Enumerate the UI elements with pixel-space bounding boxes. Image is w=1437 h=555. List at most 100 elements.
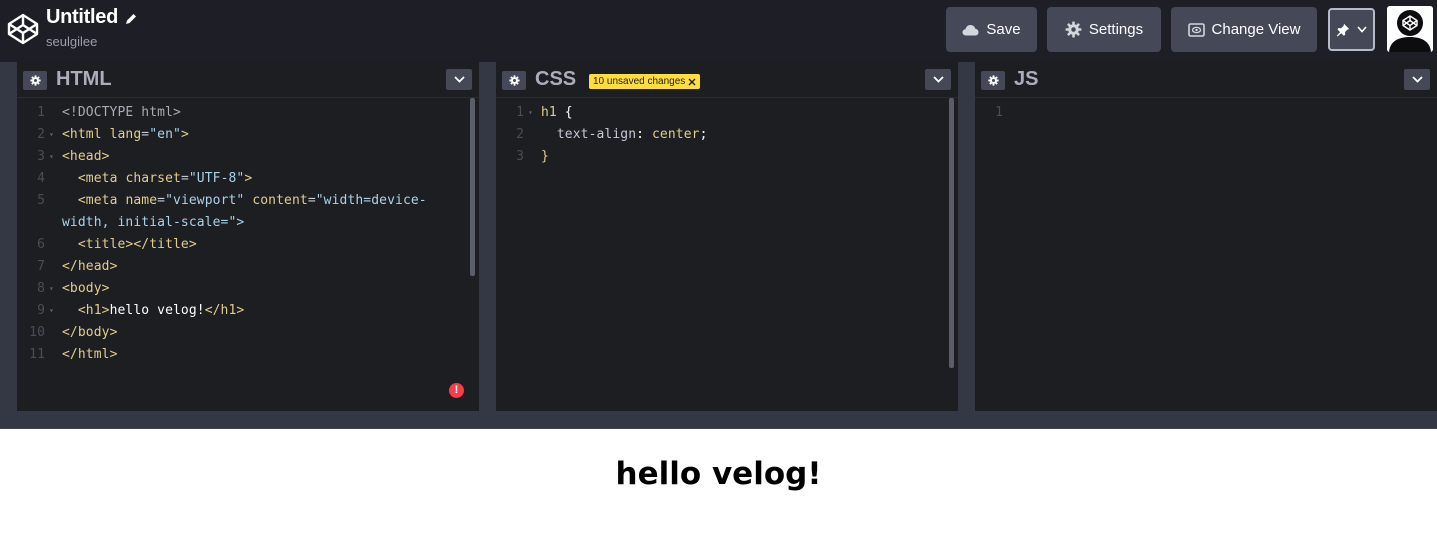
code-text: <h1>hello velog!</h1> bbox=[77, 303, 245, 318]
pins-button[interactable] bbox=[1328, 8, 1375, 51]
code-line[interactable]: 1 bbox=[975, 102, 1437, 124]
user-avatar[interactable] bbox=[1387, 6, 1433, 52]
fold-arrow-icon[interactable]: ▾ bbox=[49, 300, 54, 322]
editors-area: HTML 1 <!DOCTYPE html> 2 ▾ <html lang="en"> 3… bbox=[0, 62, 1437, 429]
js-collapse-button[interactable] bbox=[1404, 69, 1430, 90]
js-settings-button[interactable] bbox=[981, 71, 1005, 90]
fold-arrow-icon[interactable]: ▾ bbox=[49, 146, 54, 168]
html-settings-button[interactable] bbox=[23, 71, 47, 90]
codepen-logo-icon[interactable] bbox=[6, 12, 40, 46]
resize-handle[interactable] bbox=[958, 62, 975, 429]
code-line[interactable]: 4 <meta charset="UTF-8"> bbox=[17, 168, 479, 190]
pen-owner[interactable]: seulgilee bbox=[46, 34, 138, 49]
unsaved-changes-badge[interactable]: 10 unsaved changes bbox=[589, 74, 701, 89]
error-icon[interactable]: ! bbox=[449, 383, 464, 398]
top-bar: Untitled seulgilee Save Settings Change … bbox=[0, 0, 1437, 62]
settings-button[interactable]: Settings bbox=[1047, 7, 1161, 52]
code-text: </html> bbox=[62, 347, 118, 362]
js-editor-panel: JS 1 bbox=[975, 62, 1437, 411]
unsaved-changes-label: 10 unsaved changes bbox=[593, 76, 686, 87]
js-code-editor[interactable]: 1 bbox=[975, 102, 1437, 124]
code-line[interactable]: 9 ▾ <h1>hello velog!</h1> bbox=[17, 300, 479, 322]
save-label: Save bbox=[986, 21, 1021, 38]
chevron-down-icon bbox=[1357, 26, 1367, 33]
code-text: h1 { bbox=[541, 105, 573, 120]
code-line[interactable]: 5 <meta name="viewport" content="width=d… bbox=[17, 190, 479, 212]
change-view-label: Change View bbox=[1211, 21, 1301, 38]
gear-icon bbox=[987, 75, 999, 86]
css-scrollbar[interactable] bbox=[949, 98, 954, 368]
chevron-down-icon bbox=[1411, 76, 1423, 83]
code-line[interactable]: 2 ▾ <html lang="en"> bbox=[17, 124, 479, 146]
close-icon[interactable] bbox=[688, 78, 696, 86]
html-panel-header: HTML bbox=[17, 62, 479, 98]
settings-label: Settings bbox=[1088, 21, 1144, 38]
fold-arrow-icon[interactable]: ▾ bbox=[528, 102, 533, 124]
code-line[interactable]: 1 <!DOCTYPE html> bbox=[17, 102, 479, 124]
editor-resize-bar[interactable] bbox=[0, 411, 1437, 429]
avatar-figure-icon bbox=[1387, 6, 1433, 52]
code-line[interactable]: width, initial-scale="> bbox=[17, 212, 479, 234]
result-preview: hello velog! bbox=[0, 429, 1437, 555]
preview-heading: hello velog! bbox=[615, 456, 822, 492]
fold-arrow-icon[interactable]: ▾ bbox=[49, 278, 54, 300]
code-line[interactable]: 8 ▾ <body> bbox=[17, 278, 479, 300]
change-view-button[interactable]: Change View bbox=[1171, 7, 1317, 52]
html-panel-title: HTML bbox=[56, 68, 112, 90]
css-editor-panel: CSS 10 unsaved changes 1 ▾ h1 { 2 text-alig… bbox=[496, 62, 958, 411]
line-number: 6 bbox=[37, 237, 45, 252]
line-number: 3 bbox=[37, 149, 45, 164]
line-number: 7 bbox=[37, 259, 45, 274]
css-code-editor[interactable]: 1 ▾ h1 {2 text-align: center; 3} bbox=[496, 102, 958, 168]
code-text: <meta name="viewport" content="width=dev… bbox=[77, 193, 427, 208]
code-text: </head> bbox=[62, 259, 118, 274]
gear-icon bbox=[508, 75, 520, 86]
html-editor-panel: HTML 1 <!DOCTYPE html> 2 ▾ <html lang="en"> 3… bbox=[17, 62, 479, 411]
chevron-down-icon bbox=[453, 76, 465, 83]
code-line[interactable]: 11 </html> bbox=[17, 344, 479, 366]
edit-pencil-icon[interactable] bbox=[124, 12, 138, 26]
pen-title[interactable]: Untitled bbox=[46, 6, 118, 29]
html-code-editor[interactable]: 1 <!DOCTYPE html> 2 ▾ <html lang="en"> 3 ▾ <hea… bbox=[17, 102, 479, 366]
cloud-icon bbox=[962, 24, 979, 35]
resize-handle[interactable] bbox=[479, 62, 496, 429]
code-line[interactable]: 1 ▾ h1 { bbox=[496, 102, 958, 124]
gear-icon bbox=[1065, 21, 1082, 38]
css-panel-title: CSS bbox=[535, 68, 577, 90]
line-number: 5 bbox=[37, 193, 45, 208]
gear-icon bbox=[29, 75, 41, 86]
save-button[interactable]: Save bbox=[946, 7, 1037, 52]
js-panel-header: JS bbox=[975, 62, 1437, 98]
html-scrollbar[interactable] bbox=[470, 98, 475, 276]
resize-handle[interactable] bbox=[0, 62, 17, 429]
chevron-down-icon bbox=[932, 76, 944, 83]
code-line[interactable]: 3} bbox=[496, 146, 958, 168]
line-number: 1 bbox=[516, 105, 524, 120]
code-text: <!DOCTYPE html> bbox=[62, 105, 181, 120]
code-line[interactable]: 6 <title></title> bbox=[17, 234, 479, 256]
line-number: 2 bbox=[37, 127, 45, 142]
code-text: <title></title> bbox=[77, 237, 197, 252]
code-text: <meta charset="UTF-8"> bbox=[77, 171, 253, 186]
code-line[interactable]: 3 ▾ <head> bbox=[17, 146, 479, 168]
line-number: 10 bbox=[29, 325, 45, 340]
html-collapse-button[interactable] bbox=[446, 69, 472, 90]
code-line[interactable]: 10 </body> bbox=[17, 322, 479, 344]
line-number: 3 bbox=[516, 149, 524, 164]
line-number: 1 bbox=[995, 105, 1003, 120]
pen-title-area: Untitled seulgilee bbox=[46, 6, 138, 49]
css-settings-button[interactable] bbox=[502, 71, 526, 90]
line-number: 8 bbox=[37, 281, 45, 296]
code-text: <head> bbox=[62, 149, 110, 164]
code-line[interactable]: 7 </head> bbox=[17, 256, 479, 278]
code-text: text-align: center; bbox=[556, 127, 708, 142]
css-collapse-button[interactable] bbox=[925, 69, 951, 90]
line-number: 1 bbox=[37, 105, 45, 120]
code-line[interactable]: 2 text-align: center; bbox=[496, 124, 958, 146]
css-panel-header: CSS 10 unsaved changes bbox=[496, 62, 958, 98]
code-text: <html lang="en"> bbox=[62, 127, 189, 142]
fold-arrow-icon[interactable]: ▾ bbox=[49, 124, 54, 146]
code-text: width, initial-scale="> bbox=[62, 215, 245, 230]
line-number: 2 bbox=[516, 127, 524, 142]
js-panel-title: JS bbox=[1014, 68, 1039, 90]
